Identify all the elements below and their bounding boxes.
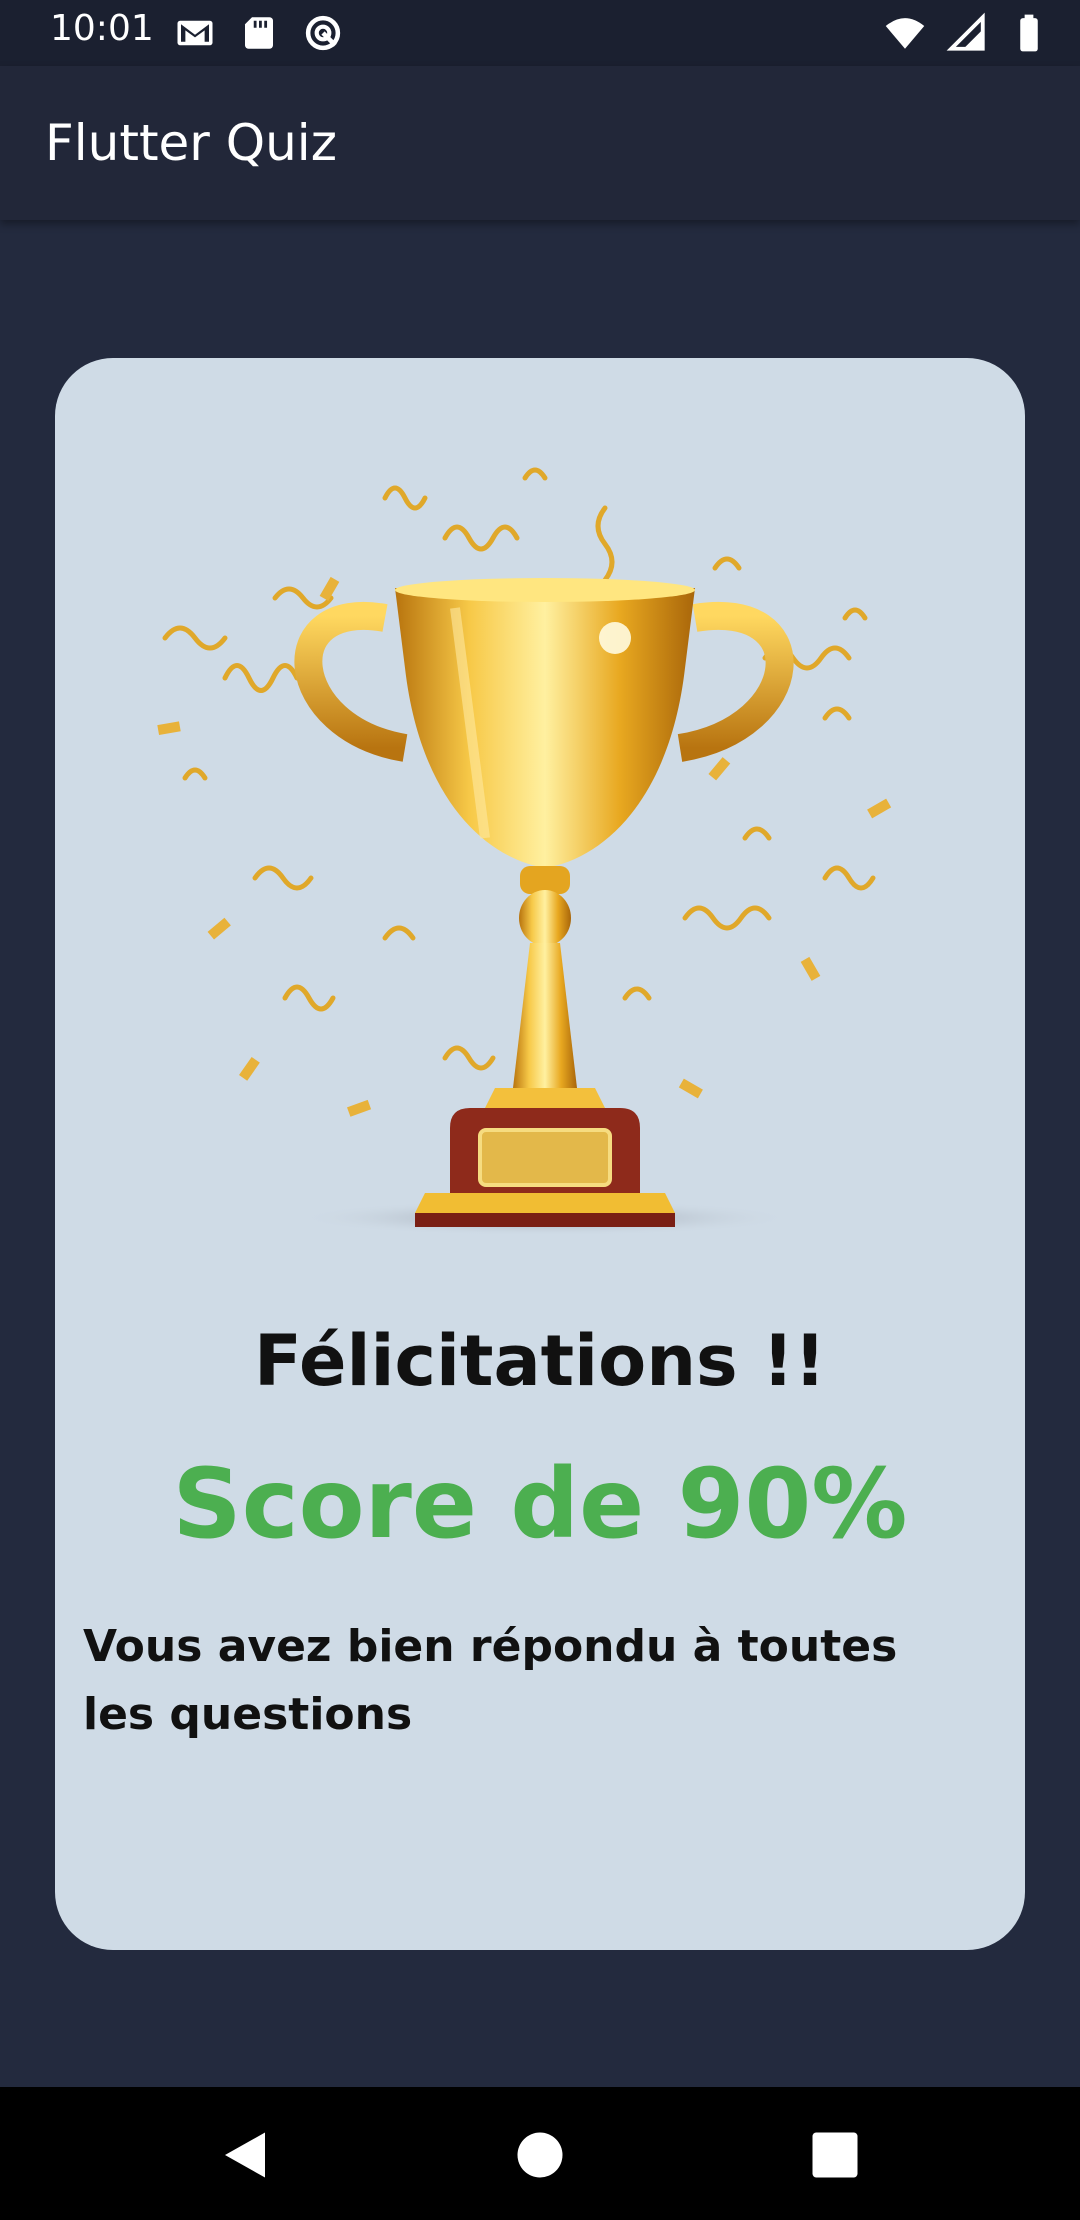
status-icons-left	[174, 12, 344, 54]
app-bar: Flutter Quiz	[0, 66, 1080, 220]
home-icon[interactable]	[510, 2125, 570, 2185]
wifi-icon	[885, 18, 925, 49]
data-saver-icon	[305, 15, 341, 51]
app-title: Flutter Quiz	[45, 114, 337, 172]
status-icons-right	[884, 12, 1050, 54]
result-card: Félicitations !! Score de 90% Vous avez …	[55, 358, 1025, 1950]
navigation-bar	[0, 2087, 1080, 2220]
back-icon[interactable]	[215, 2125, 275, 2185]
sd-card-icon	[245, 17, 273, 49]
result-message: Vous avez bien répondu à toutes les ques…	[83, 1621, 898, 1740]
signal-icon	[946, 12, 985, 51]
status-time: 10:01	[50, 8, 154, 49]
gmail-icon	[177, 20, 213, 46]
status-bar: 10:01	[0, 0, 1080, 66]
score-text: Score de 90%	[172, 1448, 908, 1560]
congrats-heading: Félicitations !!	[254, 1320, 826, 1402]
trophy-icon	[157, 467, 892, 1236]
recents-icon[interactable]	[805, 2125, 865, 2185]
battery-icon	[1020, 14, 1038, 52]
